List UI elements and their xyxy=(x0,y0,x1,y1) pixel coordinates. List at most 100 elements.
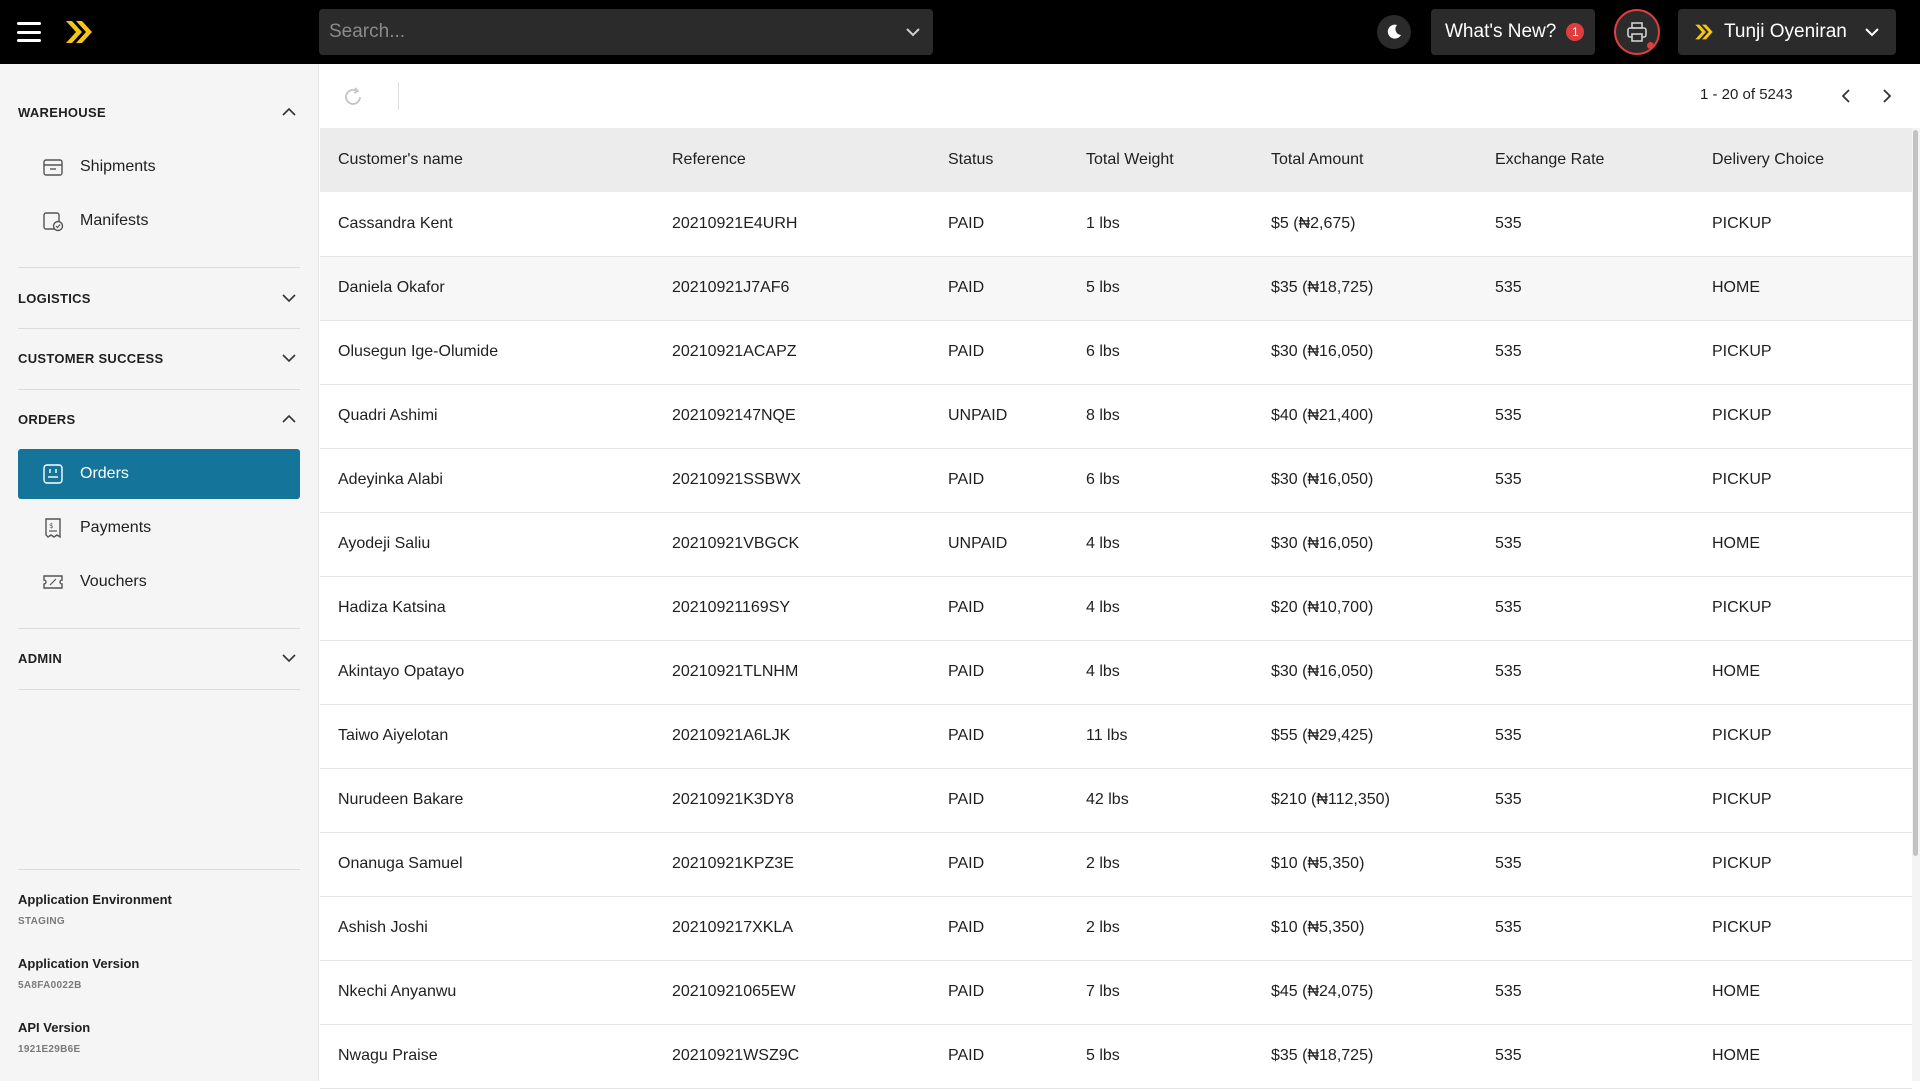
cell-customer-name: Nurudeen Bakare xyxy=(338,791,464,808)
cell-reference: 20210921J7AF6 xyxy=(672,279,790,296)
cell-customer-name: Nwagu Praise xyxy=(338,1047,438,1064)
table-row[interactable]: Quadri Ashimi 2021092147NQE UNPAID 8 lbs $40… xyxy=(320,384,1912,448)
cell-status: PAID xyxy=(948,343,985,360)
divider xyxy=(18,267,300,268)
cell-customer-name: Hadiza Katsina xyxy=(338,599,446,616)
printer-icon xyxy=(1627,22,1647,42)
voucher-icon xyxy=(43,575,63,589)
column-header-delivery-choice[interactable]: Delivery Choice xyxy=(1694,128,1912,192)
orders-icon xyxy=(43,464,63,484)
cell-exchange-rate: 535 xyxy=(1495,791,1522,808)
table-row[interactable]: Akintayo Opatayo 20210921TLNHM PAID 4 lbs $3… xyxy=(320,640,1912,704)
cell-customer-name: Cassandra Kent xyxy=(338,214,453,232)
sidebar-item-payments[interactable]: $ Payments xyxy=(18,503,300,553)
cell-reference: 20210921ACAPZ xyxy=(672,343,797,360)
column-header-customer-name[interactable]: Customer's name xyxy=(320,128,654,192)
section-label: ADMIN xyxy=(18,650,63,666)
cell-delivery-choice: PICKUP xyxy=(1712,407,1772,424)
table-row[interactable]: Nwagu Praise 20210921WSZ9C PAID 5 lbs $35 (₦… xyxy=(320,1024,1912,1088)
scrollbar-thumb[interactable] xyxy=(1913,130,1918,856)
chevron-down-icon xyxy=(282,294,296,303)
column-header-total-amount[interactable]: Total Amount xyxy=(1253,128,1477,192)
cell-reference: 20210921VBGCK xyxy=(672,535,800,552)
section-customer-success[interactable]: CUSTOMER SUCCESS xyxy=(18,338,298,378)
refresh-icon[interactable] xyxy=(342,86,364,108)
cell-total-amount: $35 (₦18,725) xyxy=(1271,1047,1374,1064)
whats-new-button[interactable]: What's New? 1 xyxy=(1431,9,1595,55)
cell-reference: 20210921K3DY8 xyxy=(672,791,794,808)
cell-exchange-rate: 535 xyxy=(1495,535,1522,552)
divider xyxy=(18,328,300,329)
sidebar-item-orders[interactable]: Orders xyxy=(18,449,300,499)
cell-reference: 20210921169SY xyxy=(672,599,791,616)
user-menu-button[interactable]: Tunji Oyeniran xyxy=(1678,9,1896,55)
cell-reference: 20210921SSBWX xyxy=(672,471,801,488)
table-row[interactable]: Daniela Okafor 20210921J7AF6 PAID 5 lbs $35 … xyxy=(320,256,1912,320)
table-row[interactable]: Nkechi Anyanwu 20210921065EW PAID 7 lbs $45 … xyxy=(320,960,1912,1024)
table-row[interactable]: Adeyinka Alabi 20210921SSBWX PAID 6 lbs $30 … xyxy=(320,448,1912,512)
cell-customer-name: Taiwo Aiyelotan xyxy=(338,727,449,744)
cell-status: PAID xyxy=(948,663,985,680)
table-row[interactable]: Ayodeji Saliu 20210921VBGCK UNPAID 4 lbs $30… xyxy=(320,512,1912,576)
table-row[interactable]: Onanuga Samuel 20210921KPZ3E PAID 2 lbs $10 … xyxy=(320,832,1912,896)
search-bar[interactable] xyxy=(319,9,933,55)
table-row[interactable]: Nurudeen Bakare 20210921K3DY8 PAID 42 lbs $2… xyxy=(320,768,1912,832)
env-value: STAGING xyxy=(18,916,65,927)
column-header-total-weight[interactable]: Total Weight xyxy=(1068,128,1253,192)
cell-delivery-choice: PICKUP xyxy=(1712,791,1772,808)
print-button[interactable] xyxy=(1614,9,1660,55)
dark-mode-toggle[interactable] xyxy=(1377,15,1411,49)
cell-reference: 2021092147NQE xyxy=(672,407,796,424)
table-row[interactable]: Cassandra Kent 20210921E4URH PAID 1 lbs $5 (… xyxy=(320,192,1912,256)
section-admin[interactable]: ADMIN xyxy=(18,638,298,678)
cell-total-weight: 6 lbs xyxy=(1086,471,1120,488)
chevron-right-icon[interactable] xyxy=(1877,86,1897,106)
cell-delivery-choice: PICKUP xyxy=(1712,599,1772,616)
section-label: CUSTOMER SUCCESS xyxy=(18,350,164,366)
cell-total-amount: $55 (₦29,425) xyxy=(1271,727,1374,744)
cell-customer-name: Nkechi Anyanwu xyxy=(338,983,457,1000)
cell-total-amount: $30 (₦16,050) xyxy=(1271,343,1374,360)
column-header-exchange-rate[interactable]: Exchange Rate xyxy=(1477,128,1694,192)
cell-total-amount: $210 (₦112,350) xyxy=(1271,791,1390,808)
column-header-status[interactable]: Status xyxy=(930,128,1068,192)
column-header-reference[interactable]: Reference xyxy=(654,128,930,192)
table-row[interactable]: Hadiza Katsina 20210921169SY PAID 4 lbs $20 … xyxy=(320,576,1912,640)
section-orders[interactable]: ORDERS xyxy=(18,399,298,439)
search-input[interactable] xyxy=(329,21,903,43)
cell-total-weight: 2 lbs xyxy=(1086,855,1120,872)
table-row[interactable]: Ashish Joshi 202109217XKLA PAID 2 lbs $10 (₦… xyxy=(320,896,1912,960)
cell-delivery-choice: HOME xyxy=(1712,983,1760,1000)
sidebar-item-label: Orders xyxy=(80,465,129,482)
cell-exchange-rate: 535 xyxy=(1495,471,1522,488)
cell-delivery-choice: PICKUP xyxy=(1712,919,1772,936)
cell-exchange-rate: 535 xyxy=(1495,919,1522,936)
menu-icon[interactable] xyxy=(17,20,41,44)
table-row[interactable]: Olusegun Ige-Olumide 20210921ACAPZ PAID 6 l… xyxy=(320,320,1912,384)
cell-total-amount: $30 (₦16,050) xyxy=(1271,471,1374,488)
chevron-left-icon[interactable] xyxy=(1836,86,1856,106)
sidebar-item-shipments[interactable]: Shipments xyxy=(18,142,300,192)
cell-delivery-choice: PICKUP xyxy=(1712,343,1772,360)
sidebar-item-vouchers[interactable]: Vouchers xyxy=(18,557,300,607)
receipt-icon: $ xyxy=(45,518,61,539)
section-warehouse[interactable]: WAREHOUSE xyxy=(18,92,298,132)
cell-delivery-choice: PICKUP xyxy=(1712,727,1772,744)
cell-delivery-choice: PICKUP xyxy=(1712,471,1772,488)
cell-total-weight: 4 lbs xyxy=(1086,663,1120,680)
chevron-down-icon xyxy=(282,354,296,363)
cell-total-amount: $45 (₦24,075) xyxy=(1271,983,1374,1000)
cell-total-weight: 11 lbs xyxy=(1086,727,1128,744)
chevron-down-icon[interactable] xyxy=(903,22,923,42)
cell-total-amount: $10 (₦5,350) xyxy=(1271,855,1365,872)
sidebar-item-manifests[interactable]: Manifests xyxy=(18,196,300,246)
cell-status: PAID xyxy=(948,214,985,232)
section-logistics[interactable]: LOGISTICS xyxy=(18,278,298,318)
whats-new-label: What's New? xyxy=(1445,21,1557,42)
chevron-down-icon xyxy=(282,654,296,663)
main-content: 1 - 20 of 5243 Customer's name Reference… xyxy=(320,64,1920,1088)
box-icon xyxy=(43,159,63,176)
table-row[interactable]: Taiwo Aiyelotan 20210921A6LJK PAID 11 lbs $5… xyxy=(320,704,1912,768)
divider xyxy=(18,628,300,629)
cell-exchange-rate: 535 xyxy=(1495,599,1522,616)
